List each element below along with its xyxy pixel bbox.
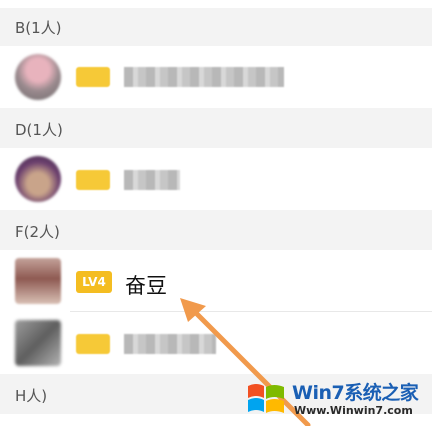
contact-name-blurred (124, 170, 180, 190)
contact-name-blurred (124, 334, 216, 354)
level-badge (76, 170, 110, 190)
section-header-d: D(1人) (0, 110, 432, 148)
contact-row[interactable] (0, 148, 432, 210)
section-header-b: B(1人) (0, 8, 432, 46)
level-badge (76, 67, 110, 87)
level-badge: LV4 (76, 271, 112, 293)
contact-row[interactable] (0, 312, 432, 374)
contact-row-partial[interactable] (0, 0, 432, 8)
section-header-h-text: H人) (15, 386, 48, 405)
avatar[interactable] (15, 54, 61, 100)
avatar[interactable] (15, 156, 61, 202)
watermark-brand: Win7系统之家 (292, 382, 419, 404)
contact-name-blurred (124, 67, 284, 87)
watermark-logo: Win7系统之家 Www.Winwin7.com (240, 372, 432, 426)
avatar[interactable] (15, 320, 61, 366)
avatar[interactable] (15, 258, 61, 304)
watermark-url: Www.Winwin7.com (294, 404, 413, 417)
contact-name: 奋豆 (125, 274, 167, 298)
section-header-f: F(2人) (0, 212, 432, 250)
contact-row[interactable] (0, 46, 432, 108)
windows-flag-icon (248, 384, 284, 413)
contact-row-highlighted[interactable]: LV4 奋豆 (0, 250, 432, 312)
level-badge (76, 334, 110, 354)
